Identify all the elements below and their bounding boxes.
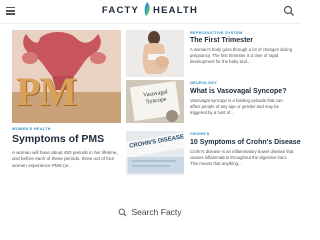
pregnant-woman-photo	[126, 30, 184, 77]
article-category[interactable]: REPRODUCTIVE SYSTEM	[190, 31, 243, 35]
featured-article-image[interactable]: PM	[12, 30, 121, 123]
article-title[interactable]: The First Trimester	[190, 37, 253, 44]
featured-title[interactable]: Symptoms of PMS	[12, 133, 104, 145]
leaf-logo-icon	[144, 2, 150, 16]
featured-image-text: PM	[16, 69, 77, 114]
article-category[interactable]: NEUROLOGY	[190, 81, 217, 85]
site-logo[interactable]: FACTY HEALTH	[0, 2, 300, 17]
search-facty-link[interactable]: Search Facty	[0, 207, 300, 217]
logo-text-left: FACTY	[101, 5, 140, 17]
search-icon[interactable]	[283, 5, 295, 17]
article-image-crohns[interactable]: CROHN'S DISEASE	[126, 131, 184, 175]
article-category[interactable]: CROHN'S	[190, 132, 209, 136]
article-description: Crohn's disease is an inflammatory bowel…	[190, 149, 294, 166]
article-description: A woman's body goes through a lot of cha…	[190, 47, 293, 64]
logo-text-right: HEALTH	[153, 5, 199, 17]
article-image-first-trimester[interactable]	[126, 30, 184, 77]
site-header: FACTY HEALTH	[0, 0, 300, 24]
article-title[interactable]: What is Vasovagal Syncope?	[190, 88, 286, 95]
article-title[interactable]: 10 Symptoms of Crohn's Disease	[190, 139, 301, 146]
article-image-vasovagal[interactable]: Vasovagal Syncope	[126, 80, 184, 123]
search-icon	[119, 208, 127, 217]
search-facty-label: Search Facty	[131, 207, 182, 217]
article-description: Vasovagal syncope is a fainting episode …	[190, 98, 283, 115]
featured-description: A woman will have about 450 periods in h…	[12, 150, 118, 168]
featured-category[interactable]: WOMEN'S HEALTH	[12, 127, 51, 131]
